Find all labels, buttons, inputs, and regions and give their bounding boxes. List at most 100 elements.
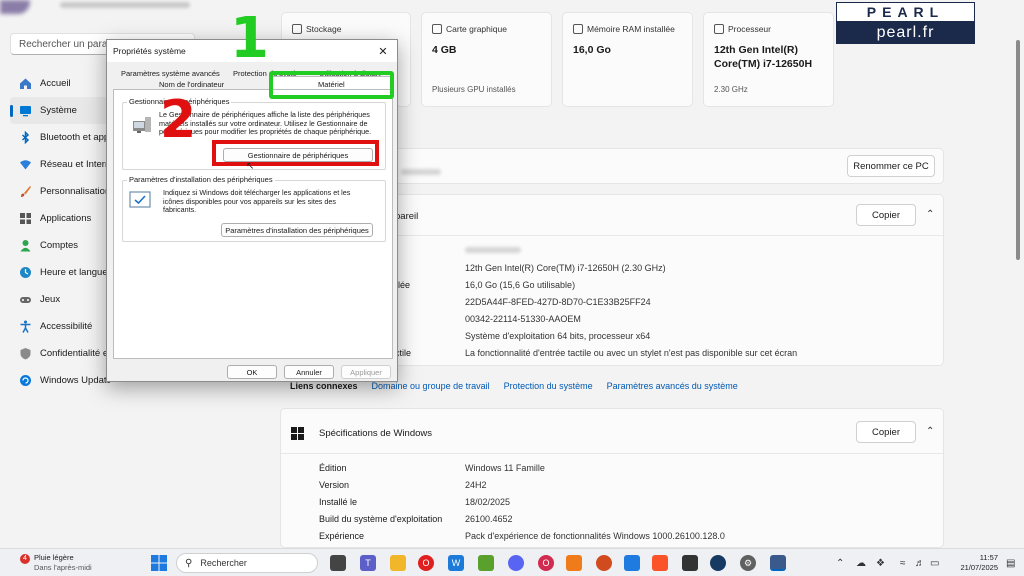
volume-icon[interactable]: ♬: [915, 558, 925, 569]
sidebar-item-bluetooth[interactable]: Bluetooth et appareils: [10, 124, 110, 151]
build-value: 26100.4652: [465, 514, 513, 524]
link-domain-workgroup[interactable]: Domaine ou groupe de travail: [372, 381, 490, 391]
sidebar-item-label: Système: [40, 105, 77, 116]
network-icon: [18, 158, 32, 172]
sidebar-item-label: Comptes: [40, 240, 79, 251]
avatar: [0, 0, 30, 14]
chevron-up-icon[interactable]: ⌃: [836, 558, 844, 569]
sidebar-item-gaming[interactable]: Jeux: [10, 286, 110, 313]
battery-icon[interactable]: ▭: [930, 558, 939, 569]
pen-touch-value: La fonctionnalité d'entrée tactile ou av…: [465, 348, 798, 358]
sidebar-item-time-language[interactable]: Heure et langue: [10, 259, 110, 286]
brave-icon[interactable]: [652, 555, 668, 571]
scrollbar[interactable]: [1016, 40, 1020, 260]
accessibility-icon: [18, 320, 32, 334]
system-properties-taskbar-icon[interactable]: [770, 555, 786, 571]
weather-widget[interactable]: 4 Pluie légère Dans l'après-midi: [18, 553, 92, 573]
link-advanced-system-settings[interactable]: Paramètres avancés du système: [607, 381, 738, 391]
windows-specs-title: Spécifications de Windows: [319, 428, 432, 439]
clock-time: 11:57: [979, 553, 998, 562]
taskbar-search-label: Rechercher: [200, 558, 247, 568]
bluetooth-tray-icon[interactable]: ❖: [876, 558, 885, 569]
sidebar-item-network[interactable]: Réseau et Internet: [10, 151, 110, 178]
annotation-highlight-hardware-tab: [269, 71, 394, 99]
steam-icon[interactable]: [710, 555, 726, 571]
chevron-up-icon[interactable]: ⌃: [926, 426, 934, 437]
card-graphics[interactable]: Carte graphique 4 GB Plusieurs GPU insta…: [421, 12, 552, 107]
device-install-settings-button[interactable]: Paramètres d'installation des périphériq…: [221, 223, 373, 237]
dialog-title: Propriétés système: [113, 46, 186, 56]
sidebar-item-home[interactable]: Accueil: [10, 70, 110, 97]
logo-bottom-text: pearl.fr: [837, 23, 974, 43]
sidebar-item-apps[interactable]: Applications: [10, 205, 110, 232]
sidebar-item-accounts[interactable]: Comptes: [10, 232, 110, 259]
opera-gx-icon[interactable]: O: [538, 555, 554, 571]
time-language-icon: [18, 266, 32, 280]
version-value: 24H2: [465, 480, 487, 490]
close-icon[interactable]: ✕: [375, 43, 391, 59]
sidebar-item-system[interactable]: Système: [10, 97, 110, 124]
accounts-icon: [18, 239, 32, 253]
sidebar-item-label: Heure et langue: [40, 267, 108, 278]
app-icon[interactable]: [478, 555, 494, 571]
related-links-label: Liens connexes: [290, 381, 358, 391]
ok-button[interactable]: OK: [227, 365, 277, 379]
task-view-icon[interactable]: [330, 555, 346, 571]
build-label: Build du système d'exploitation: [319, 514, 443, 524]
device-manager-icon: [131, 115, 153, 135]
app-blue-icon[interactable]: [624, 555, 640, 571]
card-processor[interactable]: Processeur 12th Gen Intel(R) Core(TM) i7…: [703, 12, 834, 107]
group-title: Paramètres d'installation des périphériq…: [127, 175, 275, 184]
card-title: Stockage: [306, 24, 342, 34]
sidebar-item-label: Personnalisation: [40, 186, 110, 197]
teams-icon[interactable]: T: [360, 555, 376, 571]
copy-windows-specs-button[interactable]: Copier: [856, 421, 916, 443]
sidebar-item-accessibility[interactable]: Accessibilité: [10, 313, 110, 340]
sidebar-item-windows-update[interactable]: Windows Update: [10, 367, 110, 394]
clock[interactable]: 11:57 21/07/2025: [952, 553, 998, 573]
card-value: 16,0 Go: [573, 44, 611, 56]
device-name-blurred: [401, 169, 441, 175]
discord-icon[interactable]: [508, 555, 524, 571]
tab-advanced[interactable]: Paramètres système avancés: [121, 69, 220, 78]
edition-value: Windows 11 Famille: [465, 463, 545, 473]
tab-content-hardware: Gestionnaire de périphériques Le Gestion…: [113, 89, 393, 359]
word-icon[interactable]: W: [448, 555, 464, 571]
installed-label: Installé le: [319, 497, 358, 507]
shield-icon: [18, 347, 32, 361]
version-label: Version: [319, 480, 350, 490]
rename-pc-button[interactable]: Renommer ce PC: [847, 155, 935, 177]
card-value: 4 GB: [432, 44, 457, 56]
bluetooth-icon: [18, 131, 32, 145]
device-install-icon: [129, 191, 151, 209]
onedrive-icon[interactable]: ☁: [856, 558, 866, 569]
logo-top-text: PEARL: [837, 3, 974, 23]
tab-computer-name[interactable]: Nom de l'ordinateur: [159, 80, 224, 89]
link-system-protection[interactable]: Protection du système: [504, 381, 593, 391]
card-ram[interactable]: Mémoire RAM installée 16,0 Go: [562, 12, 693, 107]
wifi-icon[interactable]: ≈: [900, 558, 906, 569]
start-icon[interactable]: [150, 554, 168, 572]
taskbar-search-input[interactable]: ⚲ Rechercher: [176, 553, 318, 573]
system-type-value: Système d'exploitation 64 bits, processe…: [465, 331, 651, 341]
settings-gear-icon[interactable]: ⚙: [740, 555, 756, 571]
sidebar-item-label: Applications: [40, 213, 92, 224]
pearl-logo: PEARL pearl.fr: [836, 2, 975, 44]
sidebar-item-privacy[interactable]: Confidentialité et sécurité: [10, 340, 110, 367]
copy-device-specs-button[interactable]: Copier: [856, 204, 916, 226]
weather-badge: 4: [20, 554, 30, 564]
apply-button[interactable]: Appliquer: [341, 365, 391, 379]
notification-icon[interactable]: ▤: [1006, 558, 1015, 569]
apps-icon: [18, 212, 32, 226]
vlc-icon[interactable]: [566, 555, 582, 571]
sidebar-item-label: Réseau et Internet: [40, 159, 110, 170]
app-dark-icon[interactable]: [682, 555, 698, 571]
file-explorer-icon[interactable]: [390, 555, 406, 571]
headphones-icon[interactable]: [596, 555, 612, 571]
sidebar-item-label: Confidentialité et sécurité: [40, 348, 110, 359]
sidebar-item-personalization[interactable]: Personnalisation: [10, 178, 110, 205]
chevron-up-icon[interactable]: ⌃: [926, 209, 934, 220]
opera-icon[interactable]: O: [418, 555, 434, 571]
cancel-button[interactable]: Annuler: [284, 365, 334, 379]
card-subtitle: 2.30 GHz: [714, 85, 748, 94]
